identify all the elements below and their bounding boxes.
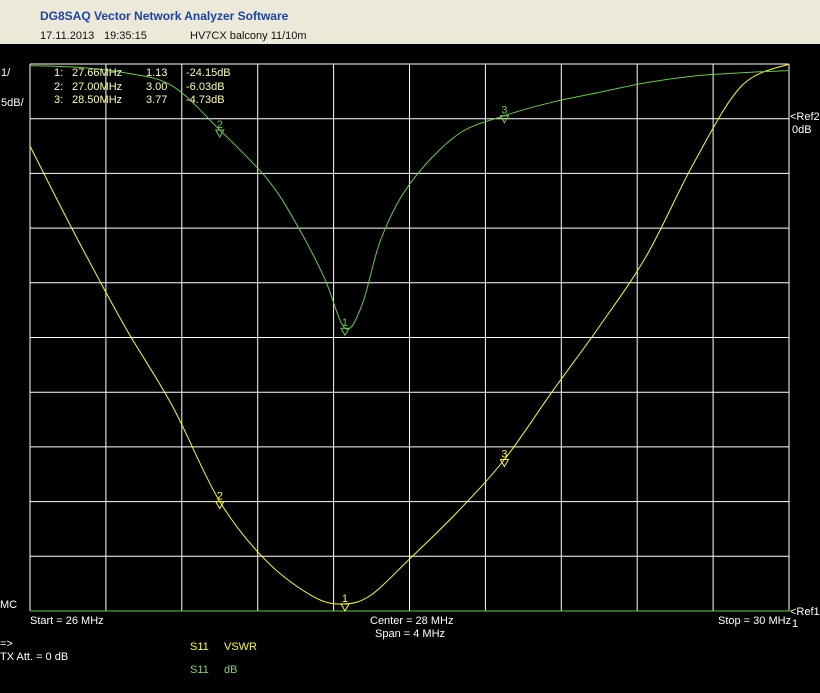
marker-symbols: 1 1 2 2 3 3 — [214, 105, 510, 612]
center-frequency: Center = 28 MHz — [370, 615, 454, 627]
marker-1-freq: 27.66MHz — [72, 67, 123, 79]
marker-2-vswr: 3.00 — [146, 81, 168, 93]
stop-frequency: Stop = 30 MHz — [718, 615, 792, 627]
arrow-indicator: => — [0, 638, 13, 650]
marker-2-freq: 27.00MHz — [72, 81, 123, 93]
marker-1-db: -24.15dB — [186, 67, 231, 79]
time-label: 19:35:15 — [104, 30, 147, 42]
legend-vswr-trace: S11 — [190, 641, 209, 653]
ref2-label: <Ref2 — [790, 111, 820, 123]
caption-label: HV7CX balcony 11/10m — [190, 30, 307, 42]
legend-vswr-format: VSWR — [224, 641, 257, 653]
legend-db-trace: S11 — [190, 664, 209, 676]
marker-3-freq: 28.50MHz — [72, 94, 123, 106]
legend-db-format: dB — [224, 664, 238, 676]
marker-2-id: 2: — [54, 81, 64, 93]
start-frequency: Start = 26 MHz — [30, 615, 104, 627]
y-scale-label-db: 5dB/ — [1, 97, 24, 109]
tx-attenuation: TX Att. = 0 dB — [0, 651, 69, 663]
date-label: 17.11.2013 — [40, 30, 95, 42]
plot-grid — [29, 63, 790, 612]
span-frequency: Span = 4 MHz — [375, 628, 446, 640]
marker-2-db-symbol — [214, 129, 225, 138]
marker-3-id: 3: — [54, 94, 64, 106]
mc-label: MC — [0, 599, 18, 611]
marker-2-db: -6.03dB — [186, 81, 225, 93]
marker-3-db: -4.73dB — [186, 94, 225, 106]
marker-3-vswr: 3.77 — [146, 94, 168, 106]
ref1-value: 1 — [792, 618, 799, 630]
y-scale-label-vswr: 1/ — [1, 67, 11, 79]
ref1-label: <Ref1 — [790, 606, 820, 618]
marker-1-vswr-number: 1 — [342, 593, 348, 605]
marker-1-id: 1: — [54, 67, 64, 79]
marker-1-db-number: 1 — [342, 317, 348, 329]
marker-2-db-number: 2 — [217, 119, 223, 131]
marker-1-vswr-symbol — [340, 603, 350, 612]
app-title: DG8SAQ Vector Network Analyzer Software — [40, 9, 289, 23]
marker-2-vswr-number: 2 — [217, 491, 223, 503]
vna-plot: 1 1 2 2 3 3 — [29, 63, 790, 612]
marker-3-vswr-number: 3 — [501, 448, 507, 460]
marker-1-vswr: 1.13 — [146, 67, 168, 79]
ref2-value: 0dB — [792, 124, 812, 136]
title-bar: DG8SAQ Vector Network Analyzer Software … — [0, 0, 820, 44]
marker-3-db-number: 3 — [501, 105, 507, 117]
